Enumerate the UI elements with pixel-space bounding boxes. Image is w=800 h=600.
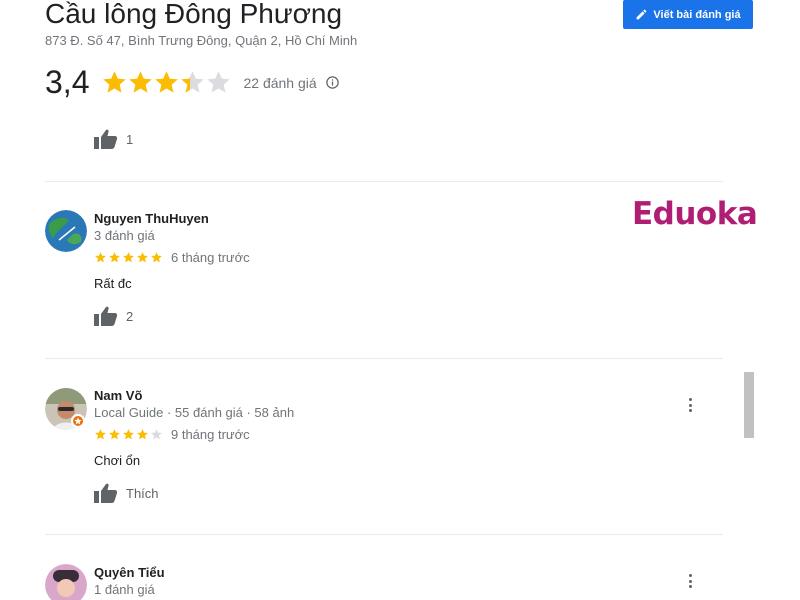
pencil-icon (637, 9, 647, 20)
more-options-icon[interactable] (683, 396, 697, 414)
like-button[interactable]: 2 (94, 306, 133, 326)
star-icon (137, 252, 148, 263)
review-time: 6 tháng trước (171, 250, 250, 265)
info-icon[interactable] (325, 75, 340, 90)
like-count: 1 (126, 131, 134, 147)
place-title: Cầu lông Đông Phương (45, 0, 343, 29)
review-star-rating (94, 428, 164, 441)
avatar[interactable] (45, 564, 87, 600)
avatar[interactable] (45, 210, 87, 252)
review-text: Rất đc (94, 276, 132, 291)
eduoka-watermark-logo: Eduoka (632, 196, 758, 232)
star-icon (103, 71, 127, 93)
like-button[interactable]: Thích (94, 483, 159, 503)
review-rating-row: 9 tháng trước (94, 427, 250, 442)
thumbs-up-icon (94, 129, 118, 149)
like-label: Thích (126, 485, 159, 501)
reviewer-meta: 3 đánh giá (94, 228, 155, 243)
average-star-rating (101, 69, 231, 96)
reviewer-name[interactable]: Quyên Tiểu (94, 565, 165, 580)
review-text: Chơi ổn (94, 453, 141, 468)
review-divider (45, 358, 723, 359)
star-icon (151, 252, 162, 263)
reviewer-name[interactable]: Nam Võ (94, 388, 142, 403)
review-time: 9 tháng trước (171, 427, 250, 442)
average-rating: 3,4 (45, 64, 90, 100)
star-icon (95, 429, 106, 440)
like-count: 2 (126, 308, 134, 324)
star-icon (109, 429, 120, 440)
reviews-page: Cầu lông Đông Phương 873 Đ. Số 47, Bình … (0, 0, 800, 600)
thumbs-up-icon (94, 306, 118, 326)
like-button[interactable]: 1 (94, 129, 133, 149)
star-icon (155, 71, 179, 93)
review-star-rating (94, 251, 164, 264)
star-icon (129, 71, 153, 93)
write-review-button[interactable]: Viết bài đánh giá (623, 0, 753, 29)
review-rating-row: 6 tháng trước (94, 250, 250, 265)
star-icon (109, 252, 120, 263)
review-divider (45, 181, 723, 182)
place-address: 873 Đ. Số 47, Bình Trưng Đông, Quận 2, H… (45, 33, 358, 48)
star-icon (137, 429, 148, 440)
write-review-label: Viết bài đánh giá (653, 8, 741, 21)
star-icon (151, 429, 162, 440)
rating-summary: 3,4 22 đánh giá (45, 64, 340, 101)
star-icon (95, 252, 106, 263)
more-options-icon[interactable] (683, 572, 697, 590)
local-guide-badge-icon (71, 414, 85, 428)
star-icon (123, 252, 134, 263)
review-count[interactable]: 22 đánh giá (243, 75, 316, 91)
reviewer-meta: Local Guide · 55 đánh giá · 58 ảnh (94, 405, 295, 420)
reviewer-meta: 1 đánh giá (94, 582, 155, 597)
scrollbar-thumb[interactable] (744, 372, 754, 438)
star-icon (181, 71, 205, 93)
thumbs-up-icon (94, 483, 118, 503)
review-divider (45, 534, 723, 535)
star-icon (207, 71, 231, 93)
reviewer-name[interactable]: Nguyen ThuHuyen (94, 211, 209, 226)
star-icon (123, 429, 134, 440)
